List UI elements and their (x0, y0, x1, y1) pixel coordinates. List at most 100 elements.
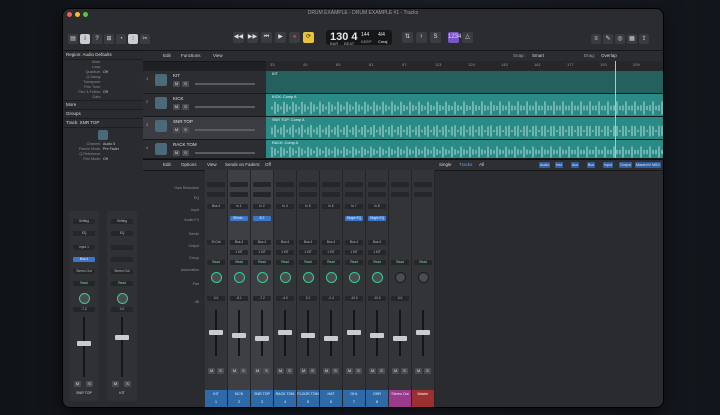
mode-tab[interactable]: Tracks (459, 160, 472, 170)
mixer-edit-menu[interactable]: Edit (163, 160, 171, 170)
output-slot[interactable]: Bus 4 (345, 240, 363, 245)
strip-name-tag[interactable]: HAT 6 (320, 390, 342, 407)
inspector-icon[interactable]: i (80, 34, 90, 44)
eq-thumbnail[interactable] (368, 192, 386, 197)
channel-strip[interactable]: In 1 SEmin... Bus 4 1 KIT Read -8.1 M S KICK 2 (228, 170, 251, 407)
mute-button[interactable]: M (415, 368, 422, 374)
output-slot[interactable]: Bus 4 (322, 240, 340, 245)
solo-button[interactable]: S (286, 368, 293, 374)
audio-region[interactable]: KICK: Comp A (266, 94, 663, 117)
volume-slider[interactable] (195, 83, 255, 85)
automation-slot[interactable]: Read (414, 260, 432, 265)
channel-strip[interactable]: Bus 4 St Out Read 0.0 M S KIT 1 (205, 170, 228, 407)
mute-button[interactable]: M (173, 150, 180, 156)
output-slot[interactable]: Bus 4 (253, 240, 271, 245)
region-inspector-header[interactable]: Region: Audio Defaults (63, 51, 143, 60)
pan-knob[interactable] (280, 272, 291, 283)
strip-name-tag[interactable]: RACK TOM 4 (274, 390, 296, 407)
track-param-row[interactable]: Flex Mode: Off (63, 157, 143, 162)
track-name[interactable]: KICK (173, 96, 184, 101)
record-button[interactable]: ● (289, 32, 300, 43)
audio-region[interactable]: KIT (266, 71, 663, 94)
mute-button[interactable]: M (231, 368, 238, 374)
solo-button[interactable]: S (124, 381, 131, 387)
input-slot[interactable] (111, 245, 133, 250)
toolbar-icon[interactable]: ⊞ (104, 34, 114, 44)
mixer-icon[interactable]: ⫶ (128, 34, 138, 44)
mute-button[interactable]: M (300, 368, 307, 374)
pan-knob[interactable] (418, 272, 429, 283)
metronome-icon[interactable]: △ (462, 32, 473, 43)
automation-slot[interactable]: Read (368, 260, 386, 265)
volume-fader-cap[interactable] (209, 330, 223, 335)
pan-knob[interactable] (372, 272, 383, 283)
strip-name-tag[interactable]: KICK 2 (228, 390, 250, 407)
input-slot[interactable]: In 1 (230, 204, 248, 209)
input-slot[interactable]: In 7 (345, 204, 363, 209)
input-slot[interactable]: In 6 (322, 204, 340, 209)
go-to-start-button[interactable]: ⏮ (261, 32, 272, 43)
channel-strip[interactable]: In 4 Bus 4 1 KIT Read -4.0 M S RACK TOM 4 (274, 170, 297, 407)
filter-button[interactable]: Input (603, 162, 613, 168)
strip-name-tag[interactable]: Master (412, 390, 434, 407)
automation-slot[interactable]: Read (73, 281, 95, 286)
solo-button[interactable]: S (240, 368, 247, 374)
volume-fader-cap[interactable] (416, 330, 430, 335)
filter-button[interactable]: Output (619, 162, 632, 168)
mode-tab[interactable]: All (479, 160, 484, 170)
volume-fader-cap[interactable] (301, 333, 315, 338)
functions-menu[interactable]: Functions (181, 51, 201, 61)
eq-thumbnail[interactable] (253, 192, 271, 197)
group-slot[interactable]: 1 KIT (299, 250, 317, 255)
channel-strip[interactable]: In 2 B 2 Bus 4 1 KIT Read -7.2 M S SNR TOP 3 (251, 170, 274, 407)
group-slot[interactable]: 1 KIT (253, 250, 271, 255)
volume-slider[interactable] (195, 129, 255, 131)
mute-button[interactable]: M (173, 104, 180, 110)
solo-mode-icon[interactable]: S (430, 32, 441, 43)
volume-slider[interactable] (195, 152, 255, 154)
channel-strip[interactable]: In 7 Single EQ Bus 4 1 KIT Read -10.0 M S OHL 7 (343, 170, 366, 407)
pan-knob[interactable] (303, 272, 314, 283)
volume-fader-cap[interactable] (278, 330, 292, 335)
eq-thumbnail[interactable] (322, 192, 340, 197)
mixer-view-menu[interactable]: View (207, 160, 217, 170)
eq-thumbnail[interactable] (276, 192, 294, 197)
track-icon[interactable] (155, 120, 167, 132)
mute-button[interactable]: M (173, 127, 180, 133)
automation-slot[interactable]: Read (345, 260, 363, 265)
solo-button[interactable]: S (182, 81, 189, 87)
eq-button[interactable]: EQ (111, 231, 133, 236)
solo-button[interactable]: S (401, 368, 408, 374)
forward-button[interactable]: ▶▶ (247, 32, 258, 43)
mute-button[interactable]: M (173, 81, 180, 87)
strip-name-tag[interactable]: Stereo Out (389, 390, 411, 407)
output-slot[interactable]: Stereo Out (111, 269, 133, 274)
audio-fx-slot[interactable]: SEmin... (230, 216, 248, 221)
pan-knob[interactable] (349, 272, 360, 283)
filter-button[interactable]: MIDI (651, 162, 661, 168)
track-icon[interactable] (155, 143, 167, 155)
track-header[interactable]: 2 KICK M S (143, 94, 266, 117)
mute-button[interactable]: M (277, 368, 284, 374)
snap-select[interactable]: Smart (532, 51, 544, 61)
automation-slot[interactable]: Read (253, 260, 271, 265)
solo-button[interactable]: S (217, 368, 224, 374)
edit-menu[interactable]: Edit (163, 51, 171, 61)
mute-button[interactable]: M (369, 368, 376, 374)
group-slot[interactable]: 1 KIT (322, 250, 340, 255)
smart-controls-icon[interactable]: ◔ (116, 34, 126, 44)
replace-button[interactable]: ⇅ (402, 32, 413, 43)
volume-fader-track[interactable] (330, 310, 332, 356)
track-name[interactable]: SNR TOP (173, 119, 193, 124)
output-slot[interactable]: Bus 4 (230, 240, 248, 245)
track-icon[interactable] (155, 74, 167, 86)
automation-slot[interactable]: Read (111, 281, 133, 286)
send-slot[interactable]: Bus 4 (73, 257, 95, 262)
automation-slot[interactable]: Read (391, 260, 409, 265)
pan-knob[interactable] (326, 272, 337, 283)
track-inspector-header[interactable]: Track: SNR TOP (63, 119, 143, 128)
channel-strip[interactable]: In 6 Bus 4 1 KIT Read -2.4 M S HAT 6 (320, 170, 343, 407)
solo-button[interactable]: S (424, 368, 431, 374)
mute-button[interactable]: M (254, 368, 261, 374)
rewind-button[interactable]: ◀◀ (233, 32, 244, 43)
